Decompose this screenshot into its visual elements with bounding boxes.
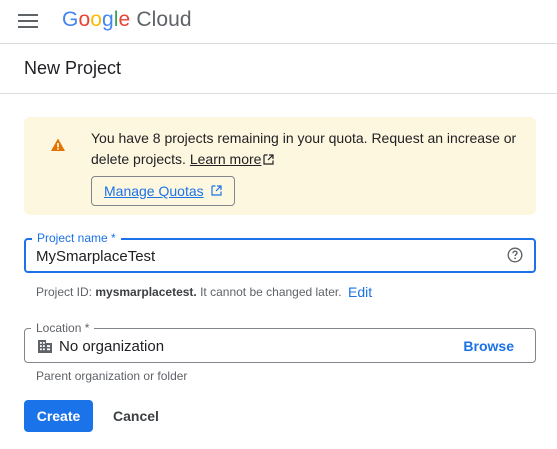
cancel-button[interactable]: Cancel — [102, 400, 170, 432]
browse-button[interactable]: Browse — [463, 338, 514, 354]
learn-more-link[interactable]: Learn more — [190, 151, 262, 167]
organization-icon — [38, 340, 52, 353]
project-name-input[interactable] — [36, 246, 476, 266]
hamburger-menu-icon[interactable] — [18, 12, 38, 30]
create-button[interactable]: Create — [24, 400, 93, 432]
top-app-bar: Google Cloud — [0, 0, 557, 44]
location-field[interactable]: Location * No organization Browse — [24, 321, 536, 363]
project-id-value: mysmarplacetest. — [95, 285, 197, 299]
project-name-field: Project name * — [24, 231, 536, 273]
location-value: No organization — [59, 338, 165, 355]
manage-quotas-label: Manage Quotas — [104, 183, 204, 199]
logo-google-text: Google — [62, 8, 131, 31]
quota-warning-message: You have 8 projects remaining in your qu… — [91, 128, 521, 170]
location-label: Location * — [31, 321, 95, 335]
quota-warning-banner: You have 8 projects remaining in your qu… — [24, 117, 536, 215]
external-link-icon — [211, 185, 222, 196]
google-cloud-logo[interactable]: Google Cloud — [62, 8, 192, 32]
warning-icon — [51, 138, 65, 151]
project-id-prefix: Project ID: — [36, 285, 93, 299]
learn-more-label: Learn more — [189, 151, 262, 167]
external-link-icon — [263, 154, 275, 165]
logo-cloud-text: Cloud — [136, 8, 192, 31]
edit-project-id-link[interactable]: Edit — [348, 284, 372, 300]
help-circle-icon[interactable] — [507, 247, 523, 263]
project-id-hint: Project ID: mysmarplacetest. It cannot b… — [36, 285, 342, 299]
page-header: New Project — [0, 44, 557, 94]
manage-quotas-button[interactable]: Manage Quotas — [91, 176, 235, 206]
location-helper-text: Parent organization or folder — [36, 369, 188, 383]
page-title: New Project — [24, 58, 122, 78]
project-id-suffix: It cannot be changed later. — [200, 285, 342, 299]
project-name-label: Project name * — [32, 231, 121, 245]
quota-warning-text: You have 8 projects remaining in your qu… — [91, 130, 517, 167]
